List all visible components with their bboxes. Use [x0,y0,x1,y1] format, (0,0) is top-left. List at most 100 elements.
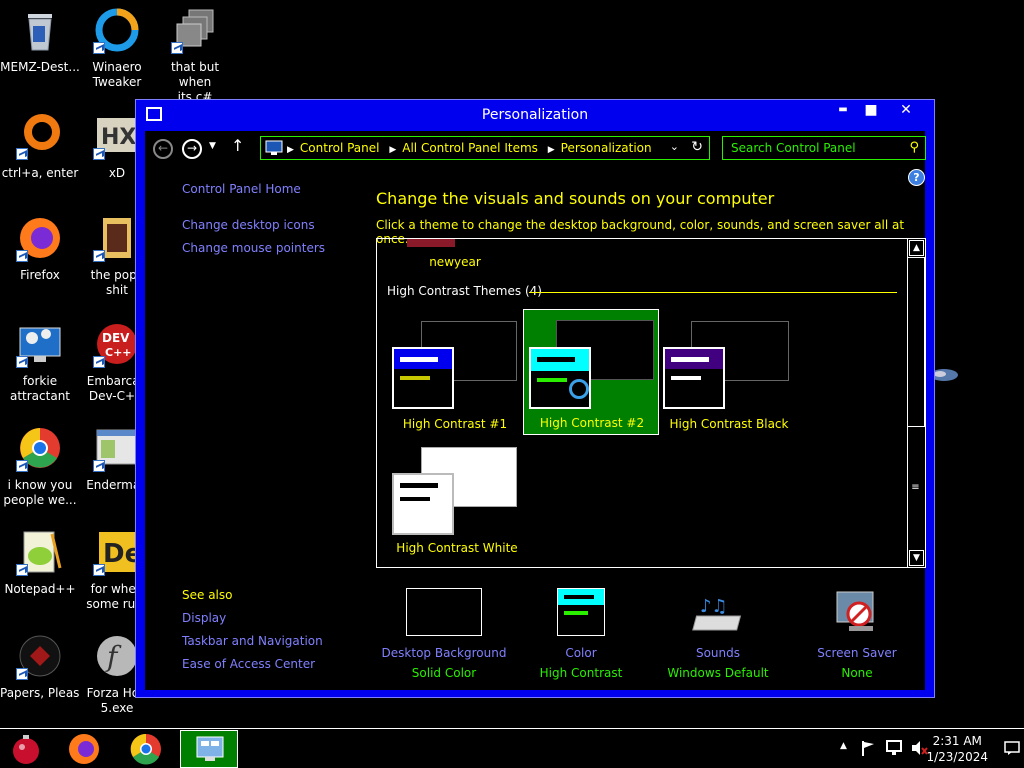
scroll-grip-icon: ≡ [911,482,920,493]
search-icon[interactable]: ⚲ [909,140,919,155]
change-mouse-pointers-link[interactable]: Change mouse pointers [182,241,325,255]
clock[interactable]: 2:31 AM 1/23/2024 [926,733,988,765]
desktop-icon-firefox[interactable]: Firefox [0,214,80,283]
svg-text:♪♫: ♪♫ [700,596,728,617]
display-link[interactable]: Display [182,611,226,625]
address-bar[interactable]: ▶ Control Panel ▶ All Control Panel Items … [260,136,710,160]
shortcut-arrow-icon [93,460,105,472]
shortcut-arrow-icon [16,668,28,680]
control-panel-home-link[interactable]: Control Panel Home [182,182,301,196]
back-button[interactable]: ← [153,139,173,159]
window-app-icon [93,424,141,472]
minimize-button[interactable]: ▬ [828,100,858,122]
sounds-icon: ♪♫ [692,596,742,631]
clock-date: 1/23/2024 [926,750,988,764]
newyear-theme-thumbnail[interactable] [407,239,455,247]
control-panel-icon [196,736,224,761]
theme-high-contrast-black[interactable]: High Contrast Black [661,313,797,433]
breadcrumb-control-panel[interactable]: Control Panel [300,141,380,155]
close-button[interactable]: ✕ [888,100,924,122]
desktop-icon-that-but[interactable]: that but when its c# [155,6,235,105]
chrome-icon [130,733,161,765]
see-also-heading: See also [182,588,233,602]
shortcut-arrow-icon [171,42,183,54]
ring-icon [16,112,64,160]
desktop-icon-memz[interactable]: MEMZ-Dest... [0,6,80,75]
control-panel-icon [265,140,283,155]
shortcut-arrow-icon [16,564,28,576]
maximize-button[interactable]: ■ [856,100,886,122]
desktop-icon-winaero[interactable]: Winaero Tweaker [77,6,157,90]
sounds-value: Windows Default [667,666,769,680]
desktop-icon-notepadpp[interactable]: Notepad++ [0,528,80,597]
theme-label: High Contrast #2 [539,416,645,430]
video-file-icon [93,214,141,262]
taskbar: ▲ 2:31 AM 1/23/2024 [0,728,1024,768]
desktop-background-setting[interactable]: Desktop Background Solid Color [374,588,514,680]
newyear-theme-label[interactable]: newyear [407,255,503,269]
scroll-down-arrow-icon[interactable]: ▼ [909,550,924,566]
theme-high-contrast-white[interactable]: High Contrast White [387,441,525,561]
scroll-up-arrow-icon[interactable]: ▲ [909,240,924,256]
personalization-window: Personalization ▬ ■ ✕ ← → ▼ ↑ ▶ Control P… [135,99,935,698]
desktop-background-icon [406,588,482,636]
action-center-flag-icon[interactable] [860,739,876,757]
breadcrumb: ▶ Control Panel ▶ All Control Panel Items … [287,141,658,155]
recent-locations-chevron-icon[interactable]: ▼ [209,141,216,151]
breadcrumb-separator-icon: ▶ [287,145,294,155]
theme-group-title: High Contrast Themes (4) [387,284,542,298]
change-desktop-icons-link[interactable]: Change desktop icons [182,218,315,232]
screen-saver-setting[interactable]: Screen Saver None [787,588,927,680]
help-icon[interactable]: ? [908,169,925,186]
desktop-icon-papers-please[interactable]: Papers, Please [0,632,80,701]
color-value: High Contrast [539,666,623,680]
theme-label: High Contrast White [396,541,518,555]
start-button[interactable] [0,730,52,768]
taskbar-firefox[interactable] [58,730,110,768]
theme-high-contrast-1[interactable]: High Contrast #1 [387,313,517,433]
taskbar-navigation-link[interactable]: Taskbar and Navigation [182,634,323,648]
theme-label: High Contrast Black [669,417,789,431]
shortcut-arrow-icon [16,250,28,262]
chrome-icon [16,424,64,472]
notifications-icon[interactable] [1004,740,1020,756]
network-settings-icon [16,320,64,368]
tray-overflow-chevron-icon[interactable]: ▲ [840,741,847,751]
start-ornament-icon [13,735,39,764]
desktop-background-title: Desktop Background [381,646,507,660]
shortcut-arrow-icon [93,148,105,160]
volume-muted-icon[interactable] [910,739,928,757]
title-bar[interactable]: Personalization ▬ ■ ✕ [136,100,934,131]
ease-of-access-link[interactable]: Ease of Access Center [182,657,315,671]
search-input[interactable] [723,137,903,159]
address-dropdown-chevron-icon[interactable]: ⌄ [670,140,679,153]
themes-list[interactable]: newyear High Contrast Themes (4) High Co… [376,238,926,568]
breadcrumb-personalization[interactable]: Personalization [561,141,652,155]
desktop-icon-label: forkie attractant [9,374,71,403]
shortcut-arrow-icon [16,460,28,472]
network-icon[interactable] [885,739,903,757]
taskbar-control-panel[interactable] [180,730,238,768]
svg-text:HX: HX [101,125,136,150]
desktop-icon-label: Winaero Tweaker [92,60,142,89]
search-box[interactable]: ⚲ [722,136,926,160]
color-setting[interactable]: Color High Contrast [511,588,651,680]
taskbar-chrome[interactable] [120,730,172,768]
scroll-thumb[interactable] [907,257,925,427]
themes-scrollbar[interactable]: ▲ ≡ ▼ [907,239,925,567]
shortcut-arrow-icon [93,356,105,368]
sounds-setting[interactable]: ♪♫ Sounds Windows Default [648,588,788,680]
hx-icon: HX [93,112,141,160]
desktop-icon-forkie[interactable]: forkie attractant [0,320,80,404]
breadcrumb-all-items[interactable]: All Control Panel Items [402,141,538,155]
desktop-icon-chrome[interactable]: i know you people we... [0,424,80,508]
desktop-icon-label: Firefox [20,268,60,282]
theme-high-contrast-2[interactable]: High Contrast #2 [523,309,659,435]
forward-button[interactable]: → [182,139,202,159]
up-button[interactable]: ↑ [231,136,244,155]
desktop-background-value: Solid Color [411,666,477,680]
screen-saver-icon [836,591,874,631]
desktop-icon-ctrl-a[interactable]: ctrl+a, enter [0,112,80,181]
refresh-icon[interactable]: ↻ [691,139,703,155]
windows-stack-icon [171,6,219,54]
